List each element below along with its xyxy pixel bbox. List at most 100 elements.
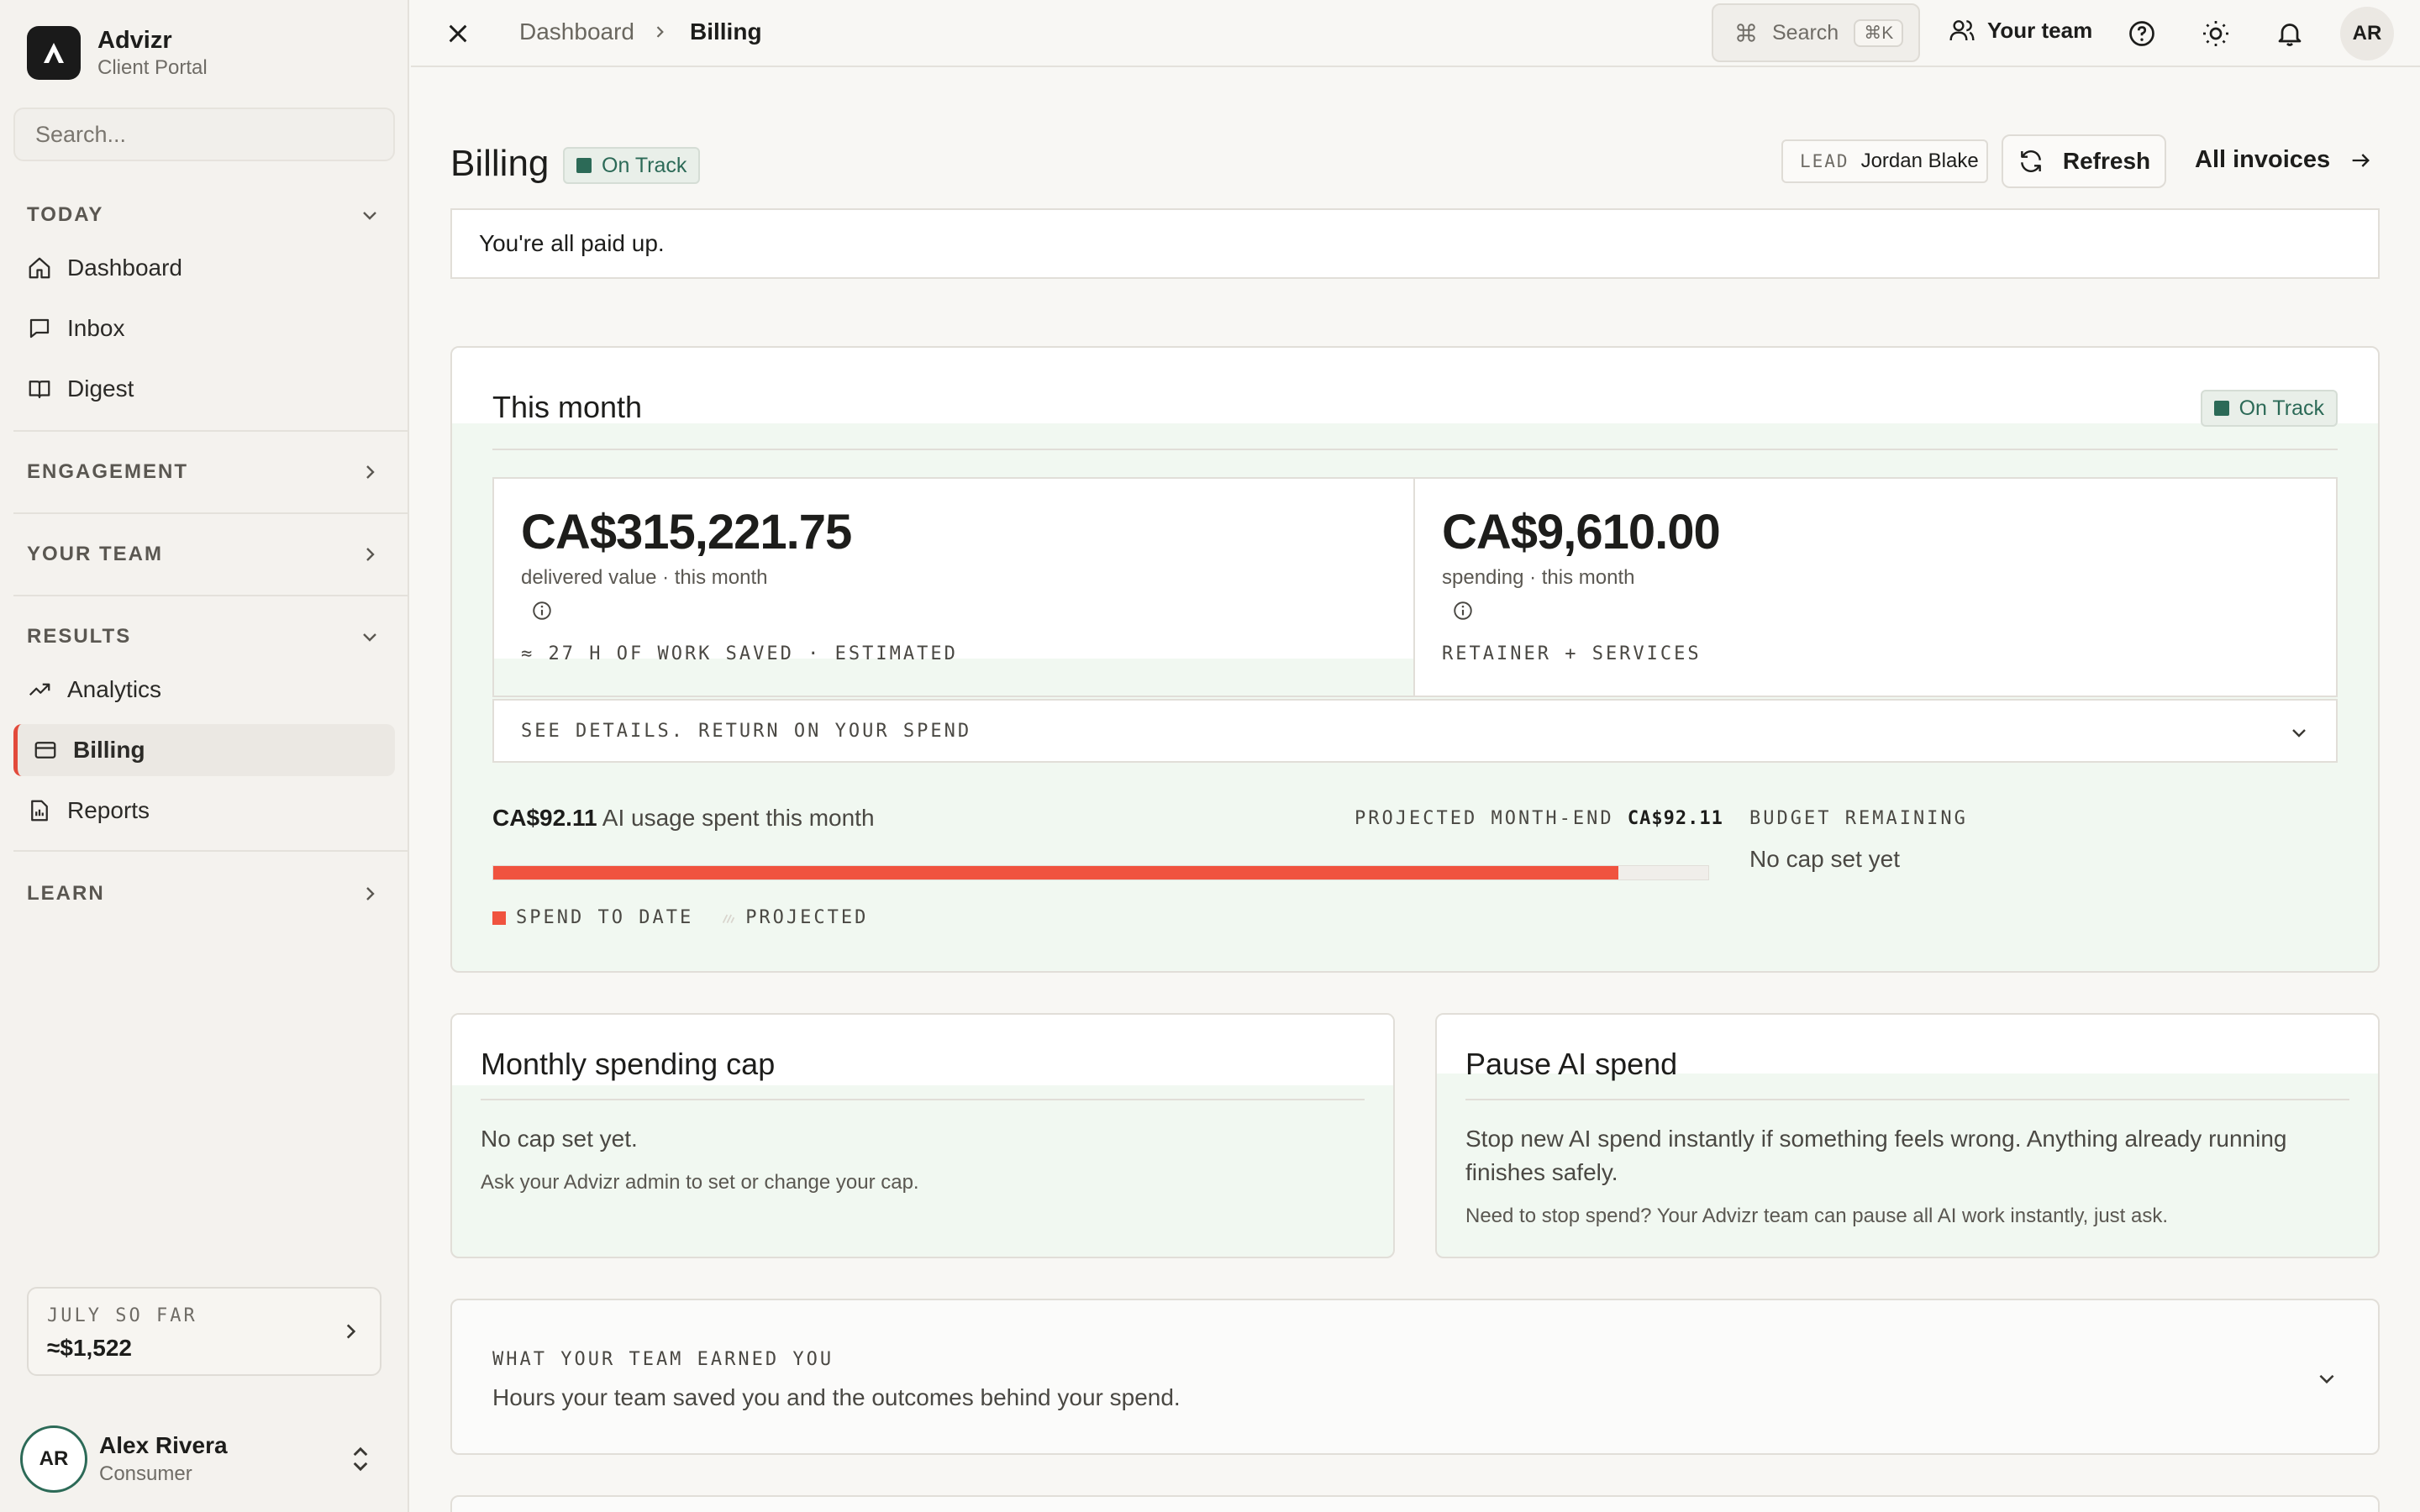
- status-text: On Track: [602, 153, 687, 177]
- topbar: Dashboard Billing Search ⌘K Your team AR: [411, 0, 2420, 67]
- see-details-toggle[interactable]: SEE DETAILS. RETURN ON YOUR SPEND: [492, 699, 2338, 763]
- sidebar: Advizr Client Portal Search... TODAY Das…: [0, 0, 409, 1512]
- projected-value: CA$92.11: [1627, 808, 1723, 829]
- brand-name: Advizr: [97, 27, 172, 54]
- chevron-right-icon: [656, 26, 664, 38]
- legend-swatch: [492, 911, 506, 925]
- summary-value: ≈$1,522: [47, 1335, 133, 1361]
- chevron-down-icon: [2319, 1374, 2334, 1384]
- sidebar-item-inbox[interactable]: Inbox: [13, 302, 395, 354]
- delivered-value: CA$315,221.75: [521, 505, 852, 559]
- users-icon: [1949, 20, 1975, 41]
- ai-usage-text: AI usage spent this month: [602, 805, 875, 831]
- theme-toggle-icon[interactable]: [2201, 18, 2231, 49]
- sidebar-item-label: Dashboard: [67, 255, 182, 281]
- team-earned-toggle[interactable]: WHAT YOUR TEAM EARNED YOU Hours your tea…: [450, 1299, 2380, 1455]
- user-role: Consumer: [99, 1462, 192, 1485]
- legend-projected: PROJECTED: [722, 907, 868, 928]
- section-results[interactable]: RESULTS: [27, 620, 380, 654]
- brand-subtitle: Client Portal: [97, 56, 208, 79]
- spending-label: spending · this month: [1442, 566, 1635, 589]
- help-icon[interactable]: [2127, 18, 2157, 49]
- user-menu[interactable]: AR Alex Rivera Consumer: [20, 1425, 390, 1494]
- sidebar-item-analytics[interactable]: Analytics: [13, 664, 395, 716]
- status-badge: On Track: [563, 147, 701, 184]
- payment-notice: You're all paid up.: [450, 208, 2380, 279]
- section-your-team-label: YOUR TEAM: [27, 543, 163, 565]
- refresh-button[interactable]: Refresh: [2002, 134, 2166, 188]
- all-invoices-link[interactable]: All invoices: [2195, 146, 2372, 174]
- chevron-right-icon: [366, 887, 375, 900]
- section-today-label: TODAY: [27, 203, 104, 226]
- invoices-label: All invoices: [2195, 146, 2331, 173]
- logo-icon: [27, 26, 81, 80]
- sidebar-item-label: Inbox: [67, 315, 125, 341]
- breadcrumb-dashboard[interactable]: Dashboard: [519, 18, 634, 45]
- team-label: Your team: [1987, 17, 2093, 43]
- shortcut-badge: ⌘K: [1854, 18, 1904, 47]
- earned-label: WHAT YOUR TEAM EARNED YOU: [492, 1349, 834, 1370]
- legend-spend: SPEND TO DATE: [492, 907, 693, 928]
- avatar: AR: [20, 1425, 87, 1493]
- budget-label: BUDGET REMAINING: [1749, 808, 1968, 829]
- chevron-up-down-icon: [353, 1446, 368, 1472]
- divider: [13, 430, 408, 432]
- divider: [481, 1099, 1365, 1100]
- divider: [13, 595, 408, 596]
- delivered-label: delivered value · this month: [521, 566, 768, 589]
- spend-progress-bar: [492, 865, 1709, 880]
- book-icon: [29, 381, 50, 399]
- summary-label: JULY SO FAR: [47, 1305, 197, 1326]
- section-your-team[interactable]: YOUR TEAM: [27, 538, 380, 571]
- info-icon[interactable]: [1452, 600, 1474, 622]
- section-results-label: RESULTS: [27, 625, 132, 648]
- sidebar-item-dashboard[interactable]: Dashboard: [13, 242, 395, 294]
- your-team-button[interactable]: Your team: [1949, 17, 2092, 44]
- projected-month-end: PROJECTED MONTH-END CA$92.11: [1355, 808, 1723, 829]
- refresh-label: Refresh: [2062, 148, 2151, 174]
- this-month-card: This month On Track CA$315,221.75 delive…: [450, 346, 2380, 973]
- status-badge: On Track: [2200, 390, 2338, 427]
- close-icon[interactable]: [445, 20, 471, 47]
- card-title: Pause AI spend: [1465, 1047, 1678, 1081]
- earned-text: Hours your team saved you and the outcom…: [492, 1384, 1181, 1410]
- sidebar-item-digest[interactable]: Digest: [13, 363, 395, 415]
- info-icon[interactable]: [531, 600, 553, 622]
- spend-progress-fill: [493, 866, 1618, 879]
- pause-text: Stop new AI spend instantly if something…: [1465, 1126, 2287, 1185]
- section-learn[interactable]: LEARN: [27, 877, 380, 911]
- sidebar-item-label: Digest: [67, 375, 134, 402]
- home-icon: [29, 257, 50, 279]
- divider: [13, 512, 408, 514]
- card-title: This month: [492, 390, 643, 424]
- breadcrumb-billing: Billing: [690, 18, 762, 45]
- legend-projected-label: PROJECTED: [745, 907, 869, 928]
- bell-icon[interactable]: [2275, 18, 2305, 49]
- section-engagement[interactable]: ENGAGEMENT: [27, 455, 380, 489]
- user-name: Alex Rivera: [99, 1432, 228, 1458]
- command-icon: [1737, 24, 1755, 42]
- spending-value: CA$9,610.00: [1442, 505, 1721, 559]
- projected-label: PROJECTED MONTH-END: [1355, 808, 1614, 829]
- command-search-button[interactable]: Search ⌘K: [1712, 3, 1920, 62]
- hatch-swatch-icon: [723, 914, 735, 923]
- avatar[interactable]: AR: [2340, 7, 2394, 60]
- sidebar-item-reports[interactable]: Reports: [13, 785, 395, 837]
- section-today[interactable]: TODAY: [27, 198, 380, 232]
- chevron-right-icon: [346, 1324, 356, 1339]
- chevron-down-icon: [363, 633, 376, 642]
- sidebar-item-label: Billing: [73, 737, 145, 763]
- sidebar-item-billing[interactable]: Billing: [13, 724, 395, 776]
- month-summary-card[interactable]: JULY SO FAR ≈$1,522: [27, 1287, 381, 1376]
- divider: [1465, 1099, 2349, 1100]
- card-header: [452, 348, 2378, 423]
- sidebar-item-label: Reports: [67, 797, 150, 823]
- card-title: Monthly spending cap: [481, 1047, 776, 1081]
- lead-chip: LEAD Jordan Blake: [1781, 139, 1988, 183]
- sidebar-search-input[interactable]: Search...: [13, 108, 395, 161]
- cap-text: No cap set yet.: [481, 1126, 638, 1152]
- chevron-right-icon: [366, 548, 375, 561]
- arrow-right-icon: [2352, 153, 2370, 167]
- ai-usage-line: CA$92.11 AI usage spent this month: [492, 805, 875, 832]
- brand[interactable]: Advizr Client Portal: [27, 25, 208, 81]
